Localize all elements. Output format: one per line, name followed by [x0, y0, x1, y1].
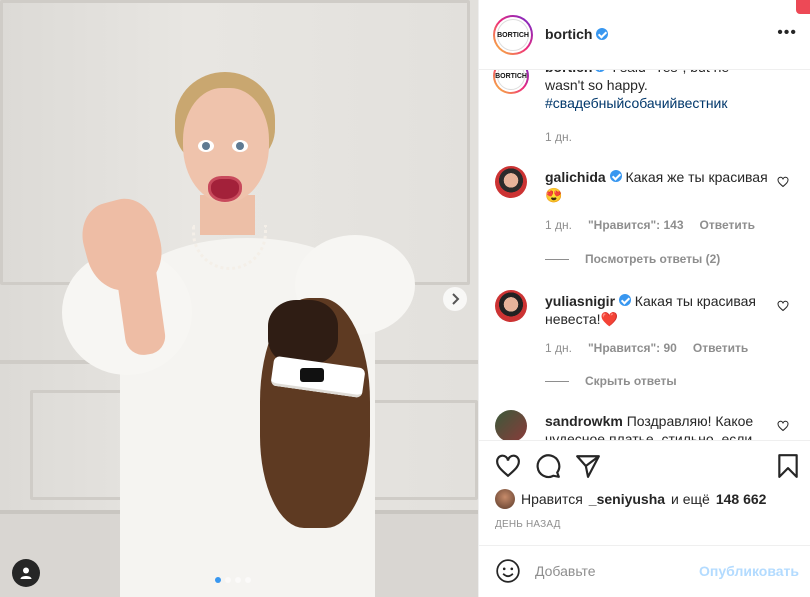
- bookmark-icon[interactable]: [775, 453, 801, 479]
- mouth: [208, 176, 242, 202]
- verified-badge-icon: [596, 28, 609, 40]
- chevron-right-icon: [452, 293, 460, 305]
- like-comment-heart-icon[interactable]: [777, 176, 789, 188]
- hide-replies-button[interactable]: Скрыть ответы: [545, 374, 677, 388]
- comments-list[interactable]: BORTICH bortich I said "Yes", but he was…: [479, 70, 810, 440]
- post-date[interactable]: ДЕНЬ НАЗАД: [495, 519, 561, 530]
- verified-badge-icon: [594, 70, 607, 72]
- post-photo[interactable]: [0, 0, 478, 597]
- comment-text: galichida Какая же ты красивая😍: [545, 168, 770, 204]
- avatar-image: BORTICH: [497, 19, 529, 51]
- reply-button[interactable]: Ответить: [693, 341, 748, 355]
- comment-text: sandrowkm Поздравляю! Какое чудесное пла…: [545, 412, 770, 440]
- like-comment-heart-icon[interactable]: [777, 300, 789, 312]
- user-icon: [20, 567, 32, 579]
- like-comment-heart-icon[interactable]: [777, 420, 789, 432]
- post-side-panel: BORTICH bortich ••• BORTICH bortich I sa…: [478, 0, 810, 597]
- caption-time[interactable]: 1 дн.: [545, 130, 572, 144]
- comment-bubble-icon[interactable]: [535, 453, 561, 479]
- caption: BORTICH bortich I said "Yes", but he was…: [479, 70, 810, 148]
- comment-time[interactable]: 1 дн.: [545, 341, 572, 355]
- replies-divider: [545, 380, 569, 382]
- view-replies-button[interactable]: Посмотреть ответы (2): [545, 252, 720, 266]
- dog-bowtie: [300, 368, 324, 382]
- reply-button[interactable]: Ответить: [700, 218, 755, 232]
- eye: [232, 140, 248, 152]
- likes-suffix: и ещё: [671, 491, 710, 507]
- caption-text: bortich I said "Yes", but he wasn't so h…: [545, 70, 770, 112]
- avatar[interactable]: BORTICH: [493, 15, 533, 55]
- comment-item: sandrowkm Поздравляю! Какое чудесное пла…: [479, 410, 810, 440]
- comment-time[interactable]: 1 дн.: [545, 218, 572, 232]
- replies-divider: [545, 258, 569, 260]
- instagram-post-modal: BORTICH bortich ••• BORTICH bortich I sa…: [0, 0, 810, 597]
- post-actions: Нравится _seniyusha и ещё 148 662 ДЕНЬ Н…: [479, 440, 810, 550]
- verified-badge-icon: [618, 294, 631, 306]
- comment-meta: 1 дн. "Нравится": 90 Ответить: [545, 341, 748, 355]
- avatar-image: BORTICH: [495, 70, 527, 90]
- like-heart-icon[interactable]: [495, 453, 521, 479]
- comment-likes[interactable]: "Нравится": 143: [588, 218, 684, 232]
- avatar[interactable]: [495, 166, 527, 198]
- share-send-icon[interactable]: [575, 453, 601, 479]
- likes-prefix: Нравится: [521, 491, 583, 507]
- replies-label: Посмотреть ответы (2): [585, 252, 721, 266]
- comment-item: yuliasnigir Какая ты красивая невеста!❤️…: [479, 290, 810, 400]
- replies-label: Скрыть ответы: [585, 374, 677, 388]
- post-header: BORTICH bortich •••: [479, 0, 810, 70]
- liker-avatar[interactable]: [495, 489, 515, 509]
- avatar[interactable]: [495, 410, 527, 440]
- username-link[interactable]: yuliasnigir: [545, 293, 615, 309]
- dog-face: [268, 300, 338, 365]
- add-comment-bar: Опубликовать: [479, 545, 810, 597]
- more-options-icon[interactable]: •••: [777, 24, 797, 42]
- liker-username-link[interactable]: _seniyusha: [589, 491, 665, 507]
- carousel-dot: [215, 577, 221, 583]
- carousel-dot: [245, 577, 251, 583]
- emoji-smiley-icon[interactable]: [495, 558, 521, 584]
- carousel-dot: [235, 577, 241, 583]
- avatar[interactable]: BORTICH: [493, 70, 529, 94]
- carousel-dot: [225, 577, 231, 583]
- carousel-next-button[interactable]: [443, 287, 467, 311]
- caption-meta: 1 дн.: [545, 130, 572, 144]
- verified-badge-icon: [609, 170, 622, 182]
- username-link[interactable]: galichida: [545, 169, 606, 185]
- likes-summary: Нравится _seniyusha и ещё 148 662: [495, 489, 766, 509]
- post-author: bortich: [545, 26, 609, 42]
- carousel-dots: [215, 577, 251, 583]
- eye: [198, 140, 214, 152]
- comment-text: yuliasnigir Какая ты красивая невеста!❤️: [545, 292, 770, 328]
- comment-item: galichida Какая же ты красивая😍 1 дн. "Н…: [479, 166, 810, 276]
- tagged-users-button[interactable]: [12, 559, 40, 587]
- publish-button[interactable]: Опубликовать: [699, 563, 799, 579]
- comment-likes[interactable]: "Нравится": 90: [588, 341, 677, 355]
- likes-count-link[interactable]: 148 662: [716, 491, 767, 507]
- username-link[interactable]: sandrowkm: [545, 413, 623, 429]
- username-link[interactable]: bortich: [545, 70, 592, 75]
- hashtag-link[interactable]: #свадебныйсобачийвестник: [545, 95, 728, 111]
- avatar[interactable]: [495, 290, 527, 322]
- comment-input[interactable]: [535, 560, 715, 582]
- comment-meta: 1 дн. "Нравится": 143 Ответить: [545, 218, 755, 232]
- notification-corner: [796, 0, 810, 14]
- username-link[interactable]: bortich: [545, 26, 592, 42]
